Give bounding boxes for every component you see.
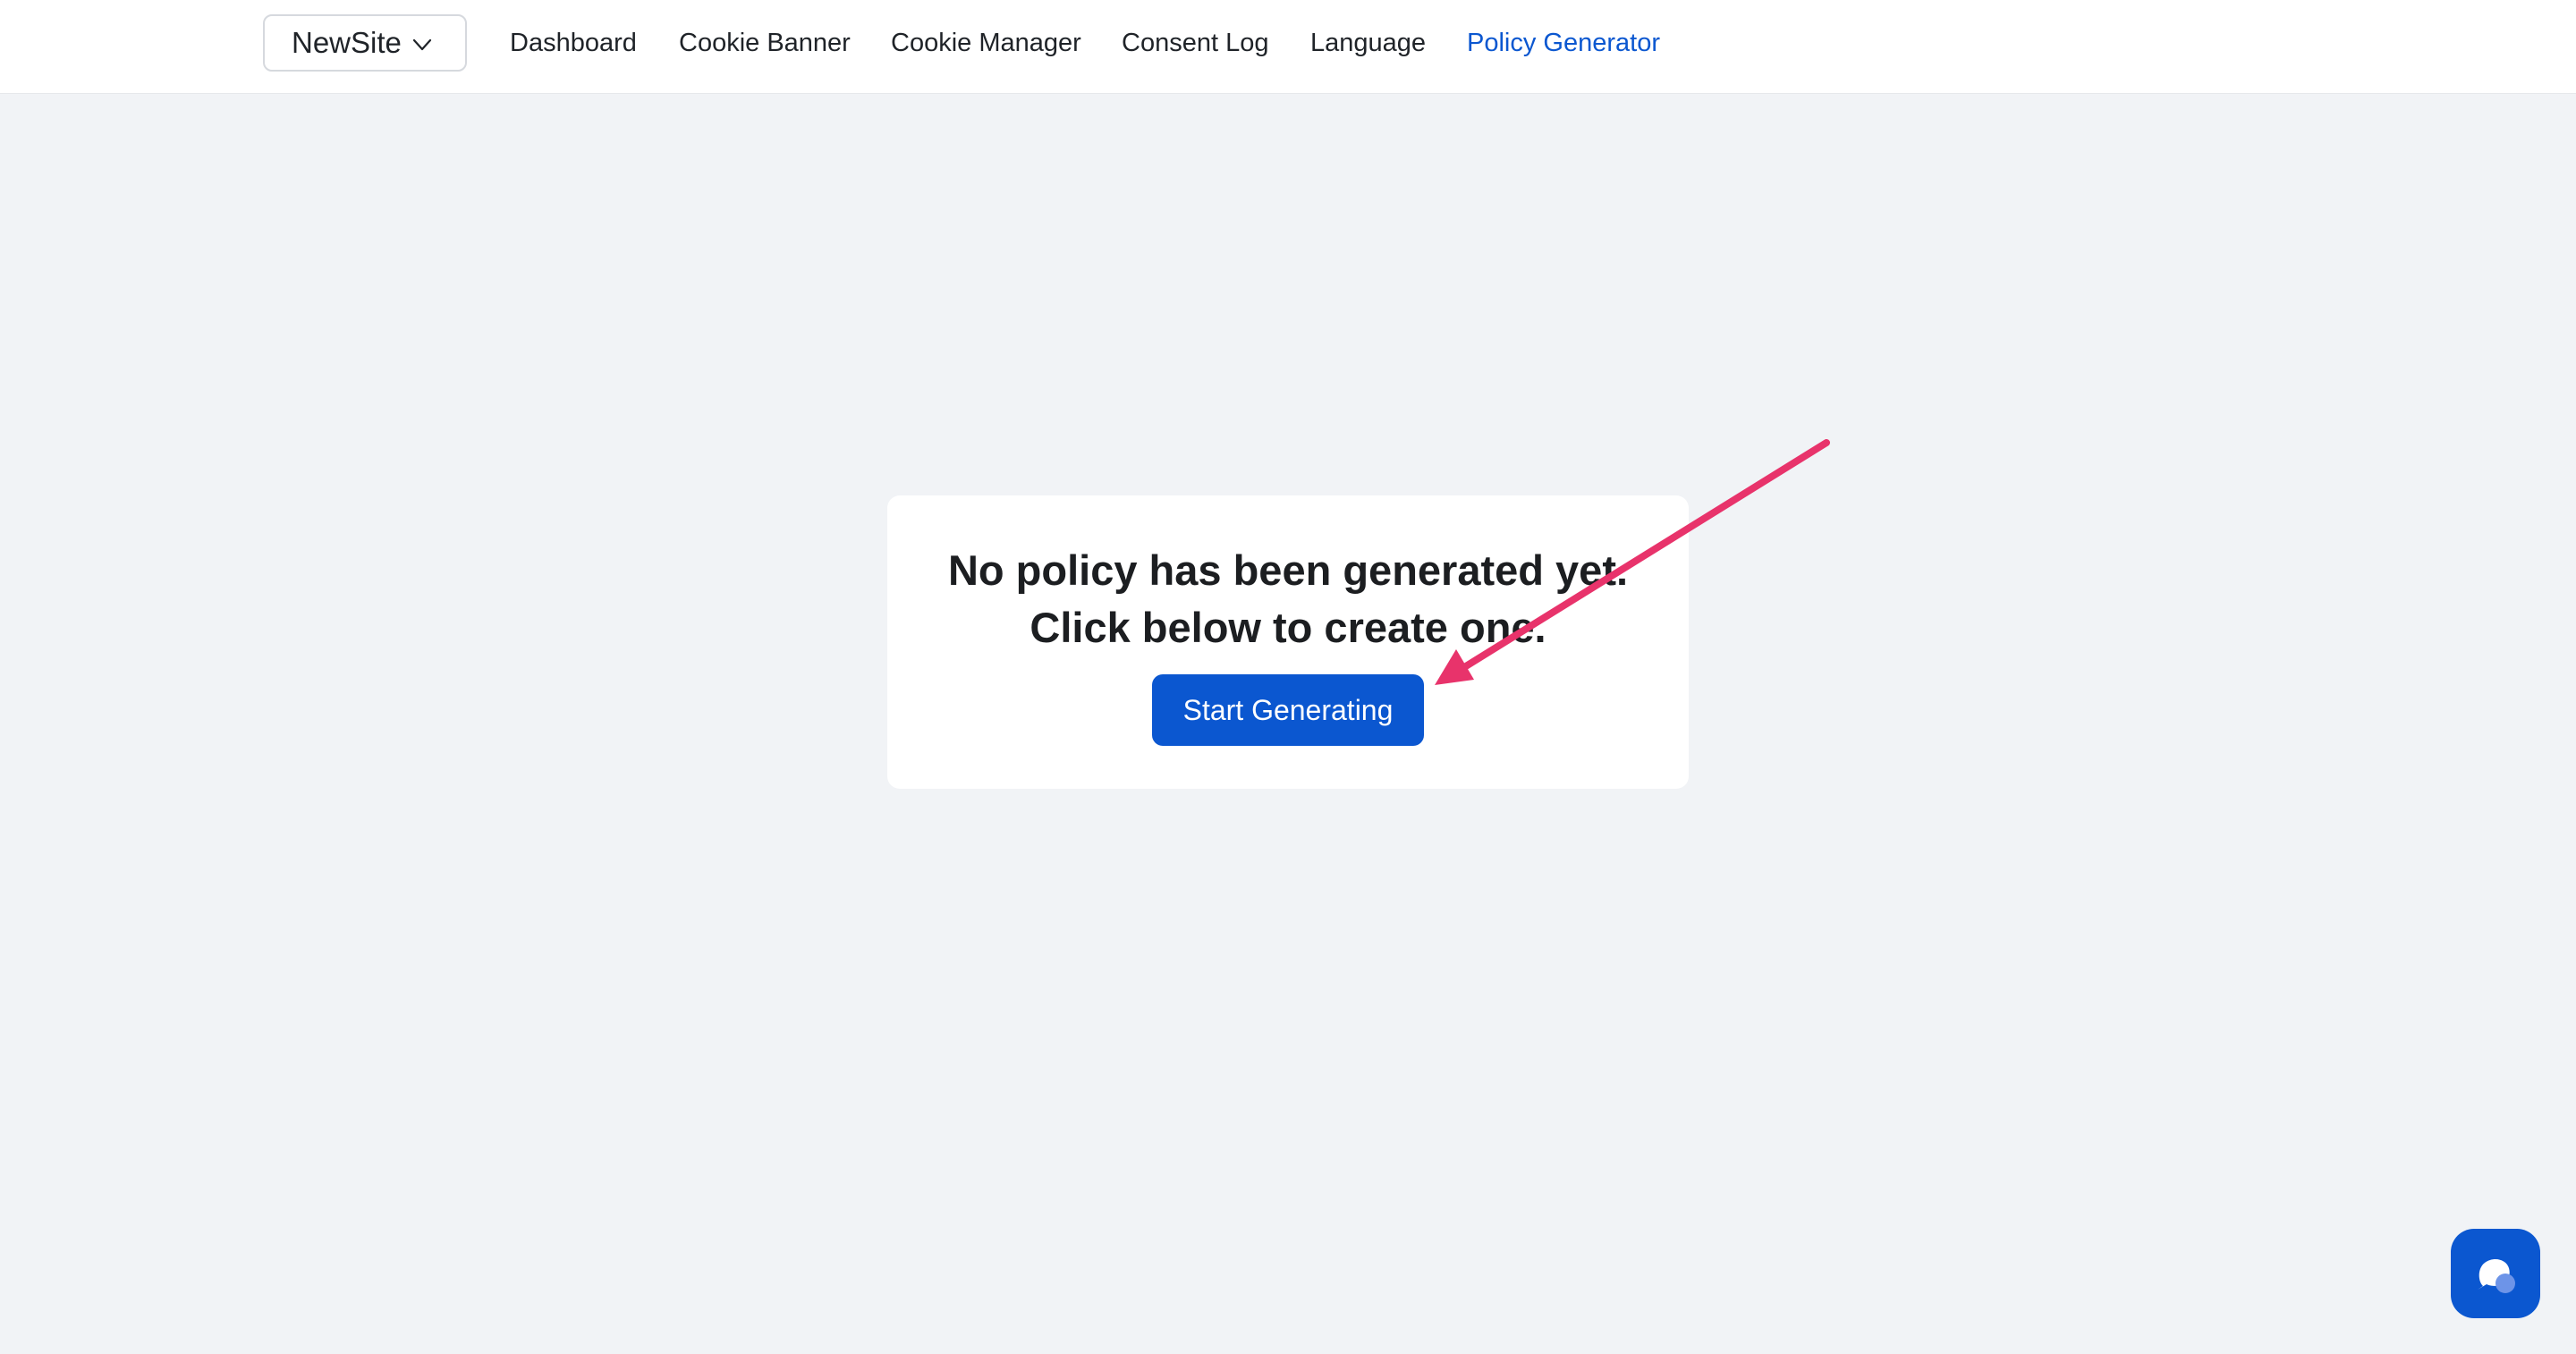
site-selector[interactable]: NewSite [263,14,467,72]
nav-consent-log[interactable]: Consent Log [1122,29,1268,58]
nav-cookie-banner[interactable]: Cookie Banner [679,29,851,58]
empty-state-line-2: Click below to create one. [1030,604,1546,651]
chat-bubble-icon [2478,1259,2515,1293]
chevron-down-icon [412,38,432,51]
site-selector-label: NewSite [292,26,402,59]
empty-state-message: No policy has been generated yet. Click … [887,542,1689,656]
nav-dashboard[interactable]: Dashboard [510,29,637,58]
empty-state-line-1: No policy has been generated yet. [947,546,1629,594]
top-navigation-bar: NewSite Dashboard Cookie Banner Cookie M… [0,0,2576,94]
start-generating-button[interactable]: Start Generating [1152,674,1424,746]
nav-language[interactable]: Language [1310,29,1426,58]
nav-policy-generator[interactable]: Policy Generator [1467,29,1660,58]
chat-launcher-button[interactable] [2451,1229,2540,1318]
nav-cookie-manager[interactable]: Cookie Manager [891,29,1081,58]
empty-state-card: No policy has been generated yet. Click … [887,495,1689,789]
